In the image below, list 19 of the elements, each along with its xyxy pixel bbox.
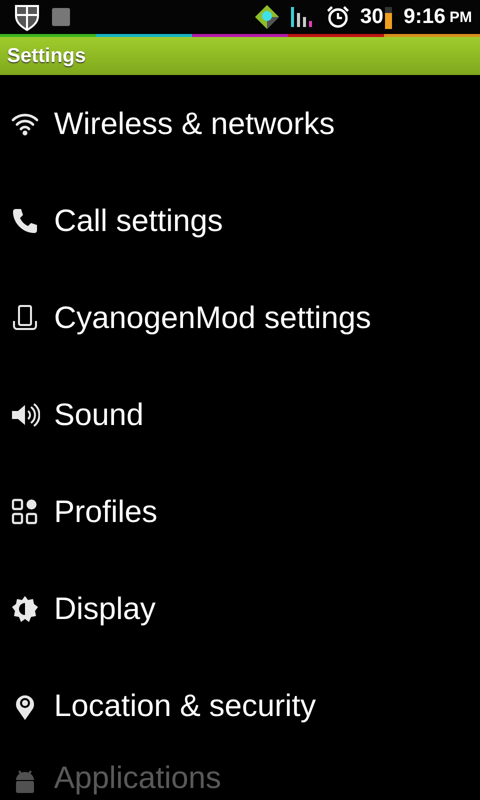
settings-item[interactable]: Sound: [0, 366, 480, 463]
settings-item[interactable]: Location & security: [0, 657, 480, 754]
settings-item[interactable]: Profiles: [0, 463, 480, 560]
shield-icon: [14, 3, 40, 31]
phone-dock-icon: [10, 302, 40, 332]
screen-title: Settings: [7, 44, 86, 68]
brightness-icon: [10, 594, 40, 624]
chip-icon: [50, 6, 72, 28]
battery-icon: [385, 5, 394, 29]
grid-icon: [10, 496, 40, 526]
clock-meridiem: PM: [450, 8, 472, 26]
diamond-icon: [254, 4, 280, 30]
settings-item[interactable]: CyanogenMod settings: [0, 269, 480, 366]
settings-item[interactable]: Wireless & networks: [0, 75, 480, 172]
battery-percent: 30: [360, 5, 384, 29]
clock-time: 9:16: [403, 5, 446, 29]
settings-item[interactable]: Display: [0, 560, 480, 657]
alarm-clock-icon: [326, 5, 350, 29]
settings-item[interactable]: Call settings: [0, 172, 480, 269]
